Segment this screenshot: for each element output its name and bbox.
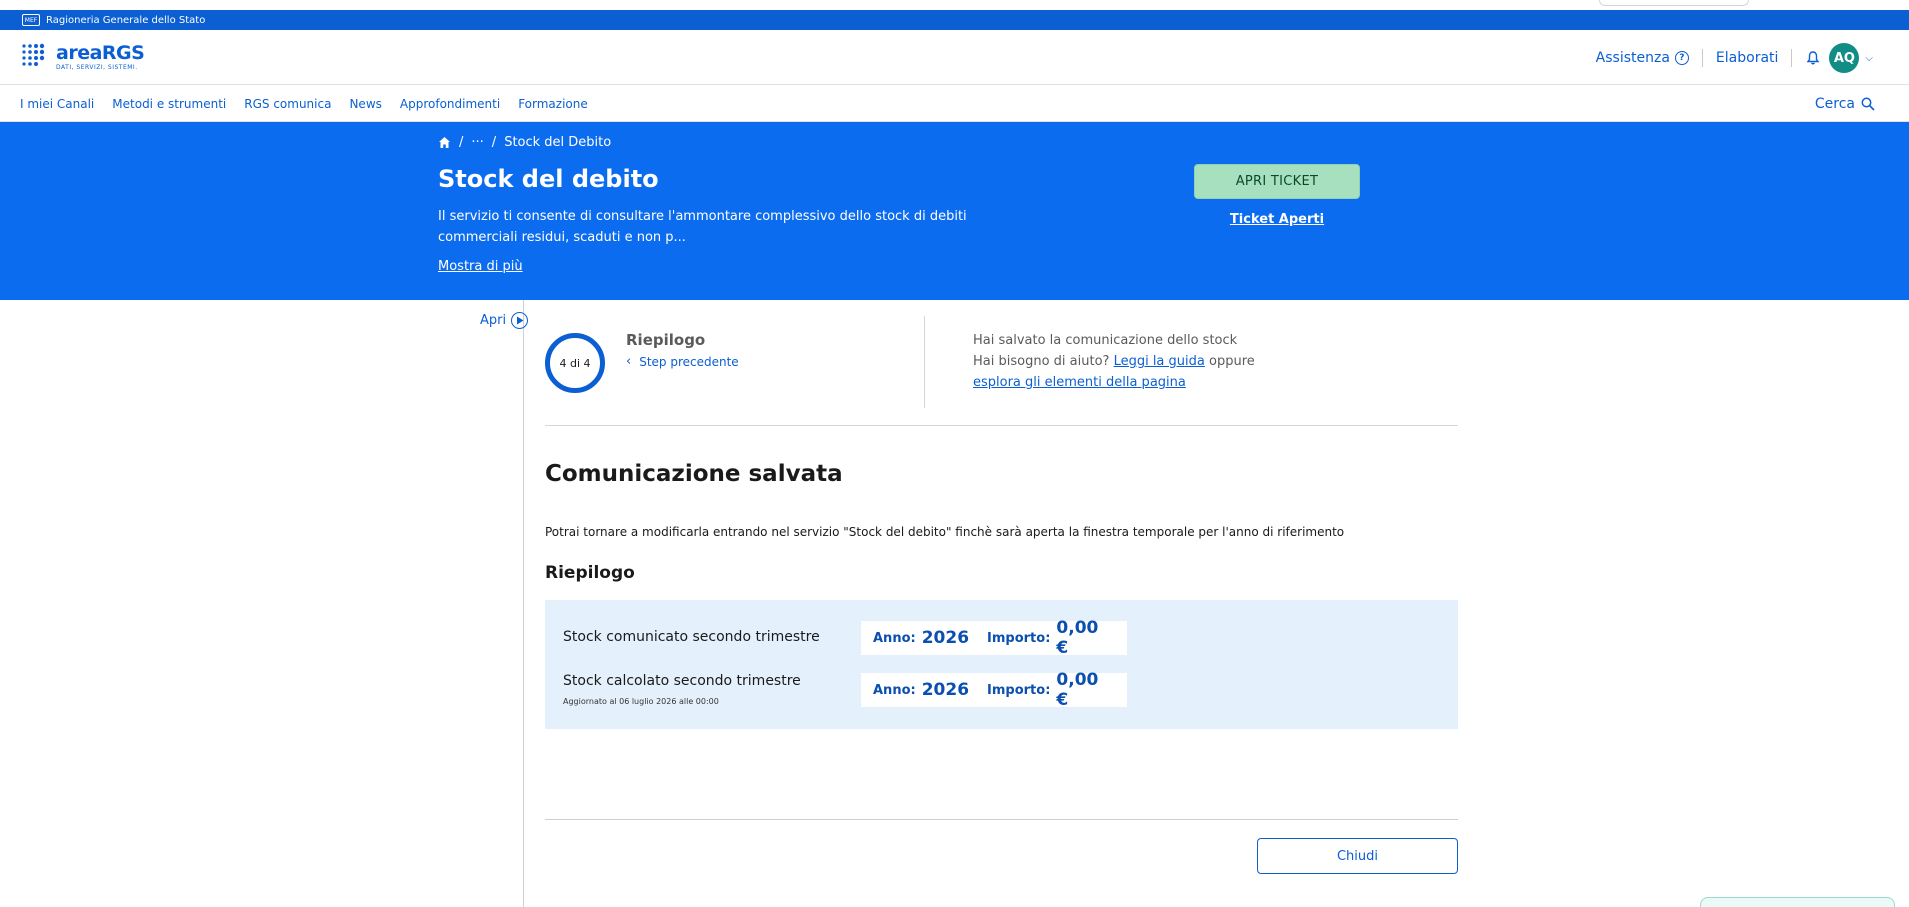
- show-more-link[interactable]: Mostra di più: [438, 259, 523, 274]
- divider: [545, 819, 1458, 820]
- page-title: Stock del debito: [438, 165, 659, 193]
- previous-step-link[interactable]: ‹ Step precedente: [626, 354, 739, 369]
- help-saved-text: Hai salvato la comunicazione dello stock: [973, 333, 1238, 348]
- close-button[interactable]: Chiudi: [1257, 838, 1458, 874]
- mef-logo-icon: MEF: [22, 14, 40, 26]
- app-logo[interactable]: areaRGS DATI, SERVIZI, SISTEMI.: [21, 42, 145, 71]
- nav-item-canali[interactable]: I miei Canali: [20, 97, 94, 111]
- question-icon: ?: [1674, 51, 1689, 65]
- search-icon: [1861, 97, 1875, 111]
- bell-icon[interactable]: [1805, 50, 1821, 66]
- row-values-comunicato: Anno: 2026 Importo: 0,00 €: [861, 618, 1127, 658]
- open-ticket-button[interactable]: APRI TICKET: [1194, 164, 1360, 199]
- importo-label: Importo:: [987, 682, 1051, 698]
- home-icon[interactable]: [438, 136, 451, 149]
- step-progress: 4 di 4: [559, 356, 591, 370]
- page-description: Il servizio ti consente di consultare l'…: [438, 209, 967, 245]
- divider: [1791, 49, 1793, 67]
- help-box: Hai salvato la comunicazione dello stock…: [973, 330, 1255, 393]
- previous-step-label: Step precedente: [639, 354, 739, 369]
- main-nav: I miei Canali Metodi e strumenti RGS com…: [0, 86, 1909, 122]
- top-pill: [1599, 0, 1749, 6]
- assistenza-label: Assistenza: [1595, 50, 1670, 66]
- breadcrumb-more[interactable]: ···: [471, 135, 483, 150]
- row-label-calcolato: Stock calcolato secondo trimestre: [563, 673, 801, 689]
- header: areaRGS DATI, SERVIZI, SISTEMI. Assisten…: [0, 30, 1909, 85]
- apri-label: Apri: [480, 313, 507, 328]
- step-progress-ring: 4 di 4: [545, 333, 605, 393]
- elaborati-link[interactable]: Elaborati: [1716, 50, 1778, 66]
- anno-value: 2026: [921, 680, 970, 700]
- help-or: oppure: [1209, 354, 1255, 369]
- dots-logo-icon: [22, 43, 45, 66]
- side-panel-border: [523, 300, 524, 907]
- breadcrumb-current: Stock del Debito: [504, 135, 612, 150]
- anno-label: Anno:: [873, 630, 916, 646]
- summary-title: Riepilogo: [545, 563, 635, 583]
- divider: [1701, 49, 1703, 67]
- section-text: Potrai tornare a modificarla entrando ne…: [545, 525, 1345, 539]
- floating-tab[interactable]: [1700, 897, 1895, 907]
- hero-banner: / ··· / Stock del Debito Stock del debit…: [0, 122, 1909, 300]
- anno-label: Anno:: [873, 682, 916, 698]
- nav-item-news[interactable]: News: [349, 97, 381, 111]
- step-title: Riepilogo: [626, 331, 706, 349]
- gov-name[interactable]: Ragioneria Generale dello Stato: [46, 15, 205, 26]
- breadcrumb-separator: /: [459, 135, 464, 150]
- avatar[interactable]: AQ: [1829, 43, 1860, 73]
- search-button[interactable]: Cerca: [1815, 86, 1875, 122]
- importo-value: 0,00 €: [1056, 618, 1099, 658]
- importo-label: Importo:: [987, 630, 1051, 646]
- guide-link[interactable]: Leggi la guida: [1114, 354, 1205, 369]
- section-title: Comunicazione salvata: [545, 461, 843, 487]
- search-label: Cerca: [1814, 96, 1855, 112]
- logo-tagline: DATI, SERVIZI, SISTEMI.: [56, 64, 138, 71]
- gov-bar: MEF Ragioneria Generale dello Stato: [0, 10, 1909, 30]
- assistenza-link[interactable]: Assistenza ?: [1596, 50, 1689, 66]
- explore-elements-link[interactable]: esplora gli elementi della pagina: [973, 375, 1186, 390]
- importo-value: 0,00 €: [1056, 670, 1099, 710]
- nav-item-formazione[interactable]: Formazione: [518, 97, 588, 111]
- breadcrumb: / ··· / Stock del Debito: [438, 135, 611, 150]
- header-actions: Assistenza ? Elaborati AQ ⌵: [1596, 42, 1873, 74]
- chevron-left-icon: ‹: [626, 354, 632, 369]
- open-tickets-link[interactable]: Ticket Aperti: [1194, 212, 1360, 227]
- divider: [924, 316, 925, 408]
- logo-name: areaRGS: [56, 42, 145, 64]
- row-label-comunicato: Stock comunicato secondo trimestre: [563, 629, 820, 645]
- divider: [545, 425, 1458, 426]
- nav-item-approfondimenti[interactable]: Approfondimenti: [400, 97, 500, 111]
- breadcrumb-separator: /: [491, 135, 497, 150]
- row-updated-text: Aggiornato al 06 luglio 2026 alle 00:00: [563, 697, 719, 706]
- nav-item-metodi[interactable]: Metodi e strumenti: [112, 97, 226, 111]
- side-panel-toggle[interactable]: Apri: [480, 312, 529, 329]
- anno-value: 2026: [921, 628, 970, 648]
- browser-top-strip: [0, 0, 1909, 10]
- help-question: Hai bisogno di aiuto?: [973, 354, 1110, 369]
- play-circle-icon: [511, 312, 529, 329]
- nav-item-rgs-comunica[interactable]: RGS comunica: [244, 97, 331, 111]
- row-values-calcolato: Anno: 2026 Importo: 0,00 €: [861, 670, 1127, 710]
- chevron-down-icon[interactable]: ⌵: [1865, 53, 1873, 64]
- summary-panel: Stock comunicato secondo trimestre Anno:…: [545, 600, 1458, 729]
